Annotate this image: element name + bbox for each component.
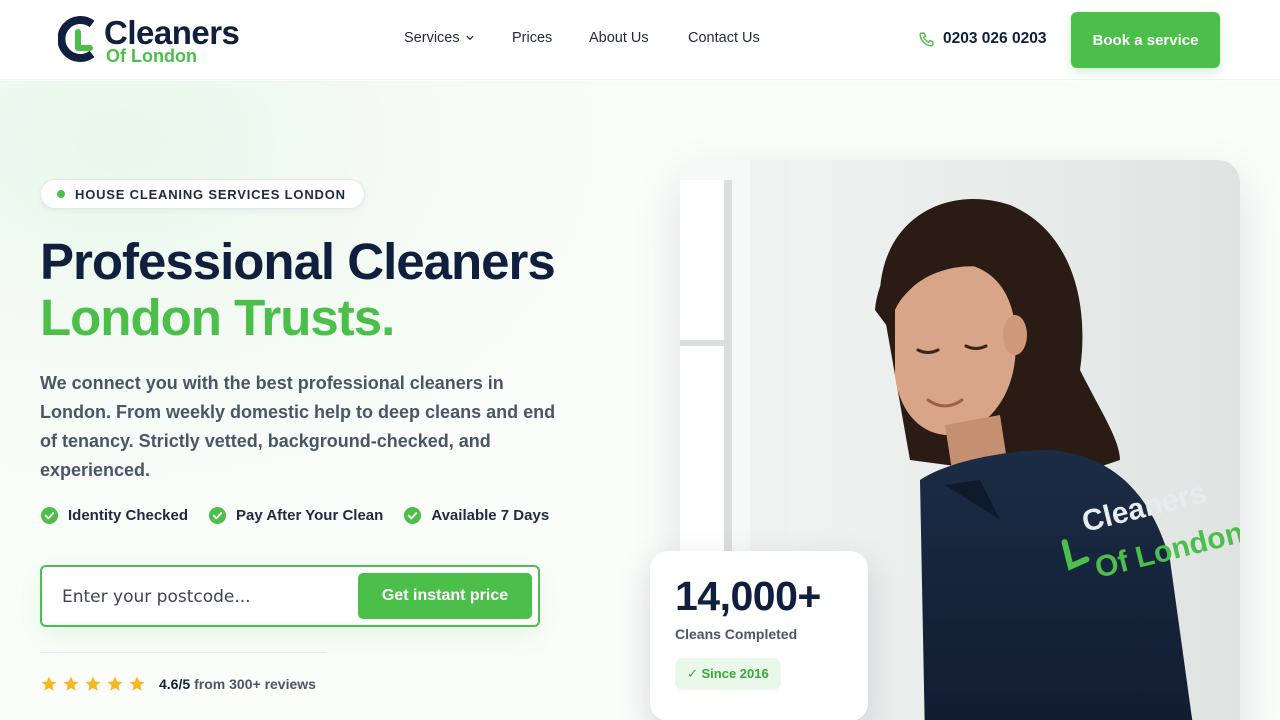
star-icon xyxy=(63,676,79,691)
hero-description: We connect you with the best professiona… xyxy=(40,373,556,480)
star-icon xyxy=(107,676,123,691)
check-label: Identity Checked xyxy=(68,507,189,524)
star-icon xyxy=(85,676,101,691)
chevron-down-icon xyxy=(466,35,474,41)
check-label: Available 7 Days xyxy=(431,507,550,524)
feature-checks: Identity Checked Pay After Your Clean Av… xyxy=(40,506,549,525)
phone-number: 0203 026 0203 xyxy=(943,30,1047,47)
rating-stars xyxy=(40,675,146,693)
book-service-button[interactable]: Book a service xyxy=(1071,12,1220,68)
badge-dot-icon xyxy=(57,190,65,198)
rating: 4.6/5 from 300+ reviews xyxy=(40,675,316,693)
stats-number: 14,000+ xyxy=(675,573,821,619)
check-circle-icon xyxy=(40,506,59,525)
rating-count: from 300+ reviews xyxy=(194,676,316,692)
logo[interactable]: Cleaners Of London xyxy=(58,14,258,66)
phone-icon xyxy=(919,31,934,47)
check-circle-icon xyxy=(208,506,227,525)
check-identity: Identity Checked xyxy=(40,506,188,525)
logo-text-of-london: Of London xyxy=(106,46,197,66)
check-circle-icon xyxy=(404,506,422,525)
nav-item-services[interactable]: Services xyxy=(404,30,474,46)
stats-card: 14,000+ Cleans Completed ✓ Since 2016 xyxy=(650,551,868,720)
postcode-input[interactable] xyxy=(62,583,352,611)
phone-link[interactable]: 0203 026 0203 xyxy=(918,30,1046,48)
site-header: Cleaners Of London Services Prices About… xyxy=(0,0,1280,80)
divider xyxy=(40,652,327,653)
postcode-form: Get instant price xyxy=(40,565,540,627)
hero-title-line1: Professional Cleaners xyxy=(40,233,556,290)
since-badge: ✓ Since 2016 xyxy=(675,658,781,690)
hero-title-line2: London Trusts. xyxy=(40,289,395,346)
get-instant-price-button[interactable]: Get instant price xyxy=(358,573,532,619)
rating-score: 4.6/5 xyxy=(159,676,191,692)
badge-text: HOUSE CLEANING SERVICES LONDON xyxy=(75,186,346,202)
stats-label: Cleans Completed xyxy=(675,626,798,642)
nav-item-prices[interactable]: Prices xyxy=(512,30,552,46)
logo-mark-icon xyxy=(58,16,95,62)
nav-item-about-us[interactable]: About Us xyxy=(589,30,649,46)
hero-badge: HOUSE CLEANING SERVICES LONDON xyxy=(40,179,365,209)
nav-item-contact-us[interactable]: Contact Us xyxy=(688,30,760,46)
check-label: Pay After Your Clean xyxy=(236,507,384,524)
star-icon xyxy=(129,676,145,691)
star-icon xyxy=(41,676,57,691)
nav-label: Services xyxy=(404,30,460,46)
check-available: Available 7 Days xyxy=(403,506,549,525)
check-pay-after: Pay After Your Clean xyxy=(208,506,383,525)
